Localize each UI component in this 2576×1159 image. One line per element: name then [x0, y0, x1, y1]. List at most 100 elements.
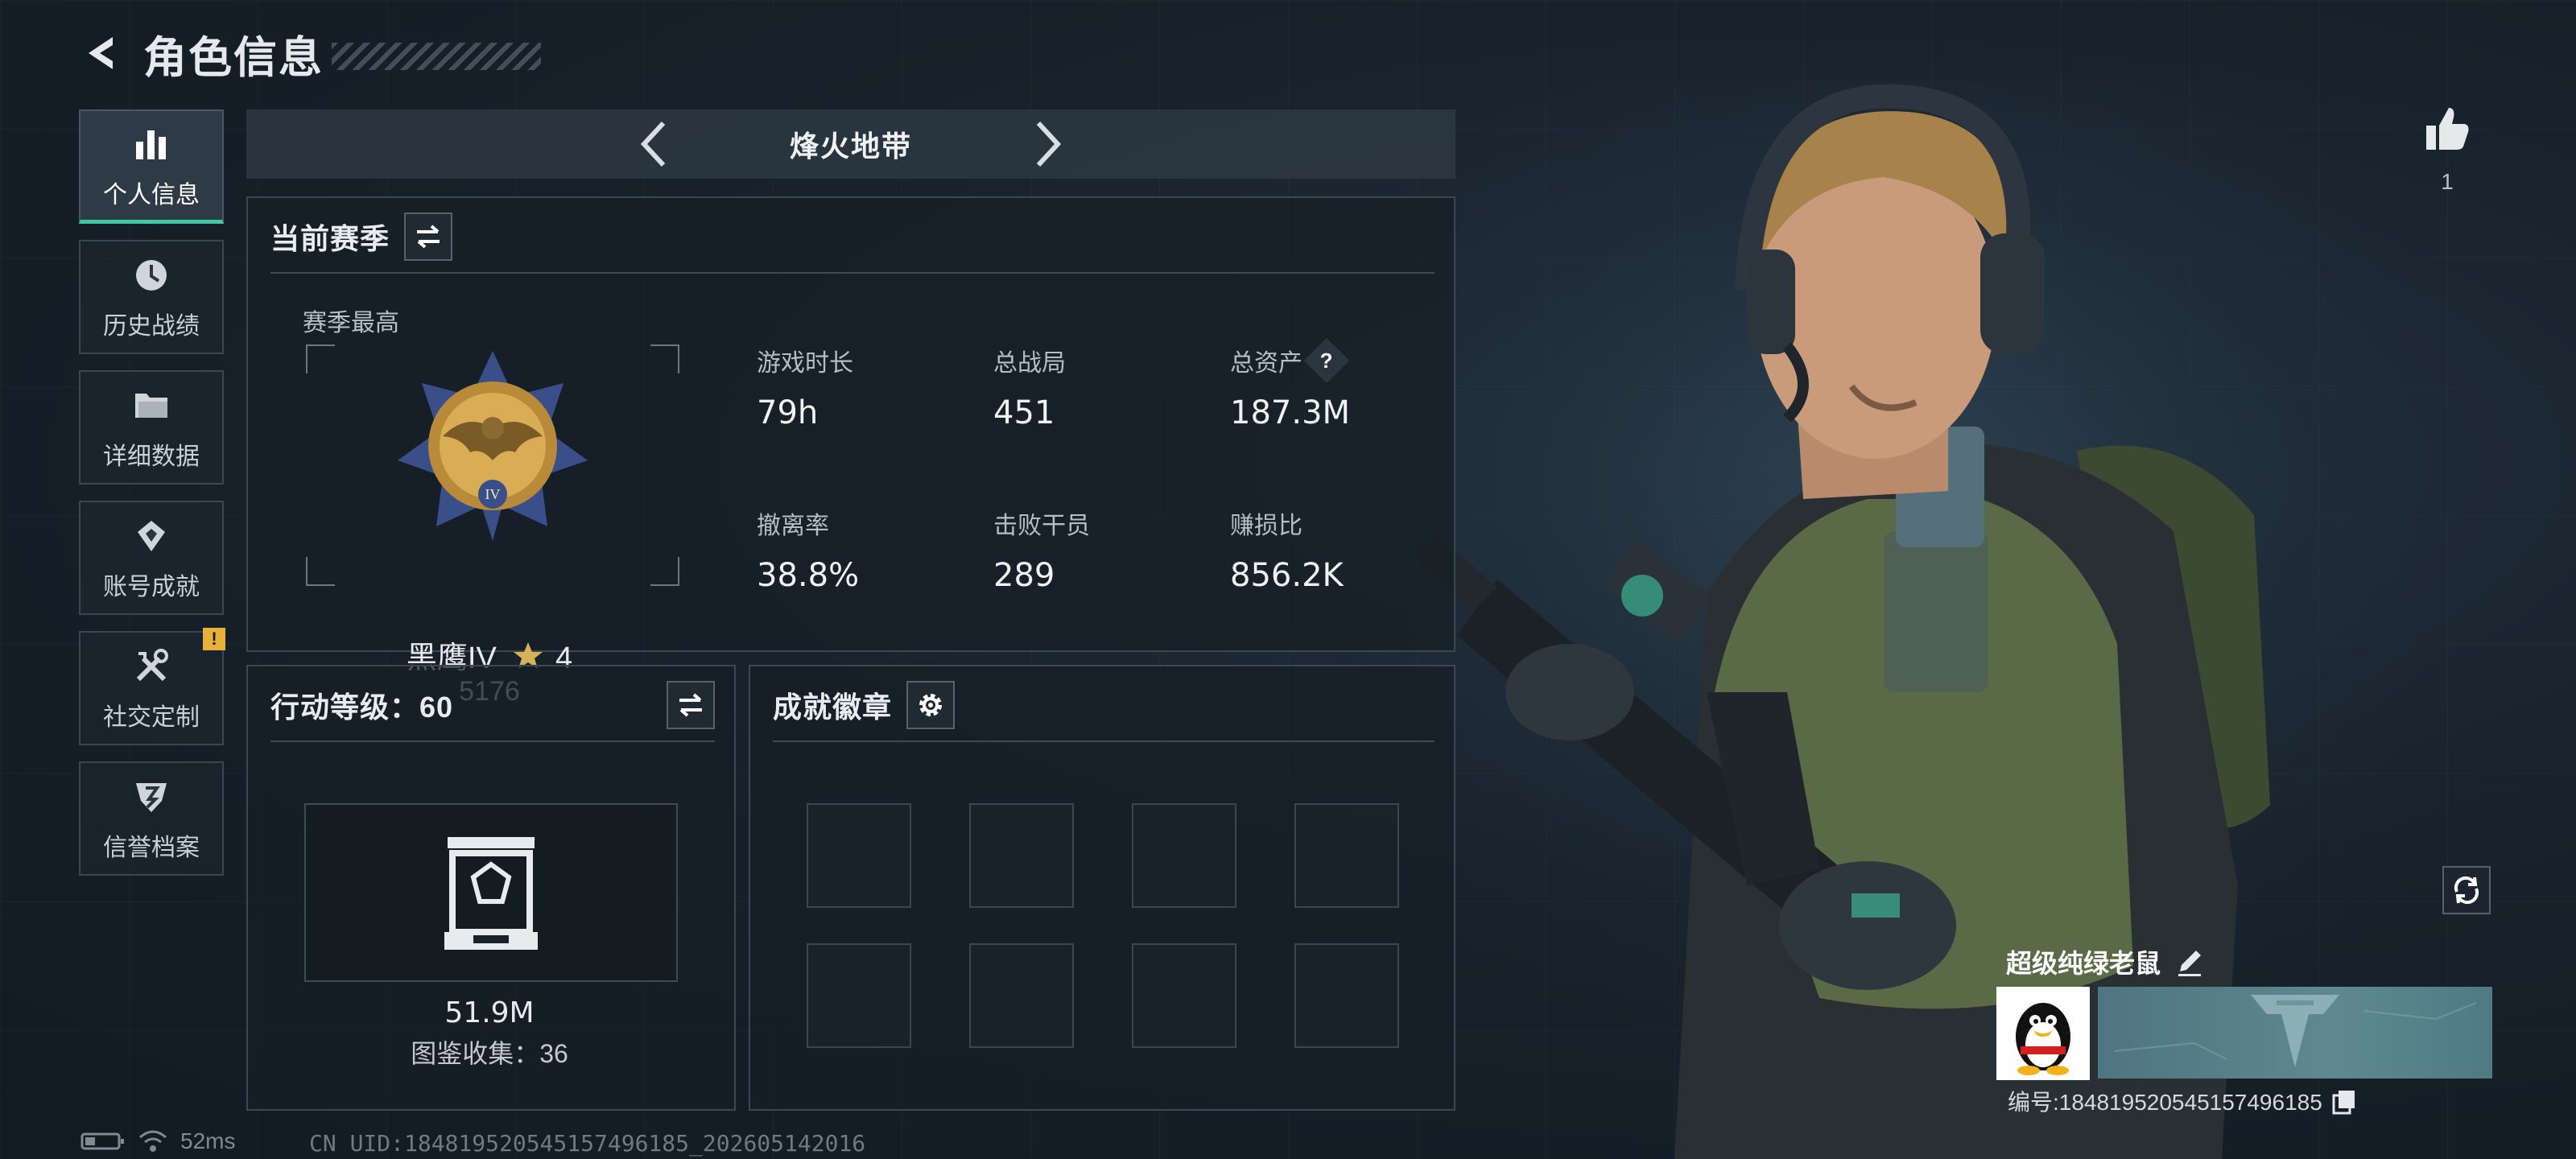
badge-slot[interactable] [1132, 943, 1236, 1048]
clock-icon [129, 253, 174, 298]
title-decoration [332, 43, 541, 70]
sidebar-item-achievements[interactable]: 账号成就 [79, 501, 224, 615]
sidebar-item-label: 账号成就 [103, 574, 200, 600]
thumbs-up-icon [2426, 108, 2469, 150]
badge-slot[interactable] [807, 943, 911, 1048]
action-level-panel: 行动等级：60 51.9M 图鉴收集：36 [246, 665, 736, 1111]
sidebar: 个人信息 历史战绩 详细数据 账号成就 社交定制 ! 信誉档案 [79, 109, 227, 892]
edit-icon[interactable] [2174, 946, 2206, 978]
stat-value: 856.2K [1230, 557, 1344, 594]
name-card-emblem-icon [2113, 995, 2477, 1067]
badge-slot[interactable] [1132, 803, 1236, 908]
season-title: 当前赛季 [270, 222, 390, 255]
name-card[interactable] [2098, 987, 2492, 1079]
sidebar-item-history[interactable]: 历史战绩 [79, 240, 224, 354]
stat-kills: 击败干员 289 [993, 505, 1090, 594]
codex-count: 图鉴收集：36 [411, 1039, 568, 1068]
alert-badge: ! [203, 628, 225, 650]
panel-divider [773, 740, 1435, 742]
rank-emblem-icon: IV [398, 351, 588, 541]
panel-divider [270, 740, 715, 742]
folder-icon [129, 383, 174, 428]
codex-value: 51.9M [444, 996, 535, 1029]
ping-text: 52ms [180, 1128, 236, 1153]
sidebar-item-reputation[interactable]: 信誉档案 [79, 761, 224, 876]
status-bar: 52ms [80, 1128, 235, 1154]
stat-profit-ratio: 赚损比 856.2K [1230, 505, 1344, 594]
stat-play-time: 游戏时长 79h [757, 343, 853, 431]
stat-value: 289 [993, 557, 1055, 594]
sidebar-item-label: 个人信息 [103, 181, 200, 208]
mode-selector: 烽火地带 [246, 109, 1455, 179]
season-best-label: 赛季最高 [303, 310, 399, 336]
wifi-icon [139, 1130, 167, 1152]
stat-extract-rate: 撤离率 38.8% [757, 505, 859, 594]
sidebar-item-personal-info[interactable]: 个人信息 [79, 109, 224, 224]
stat-label: 撤离率 [757, 513, 829, 539]
season-panel: 当前赛季 赛季最高 IV 黑鹰IV 4 5176 游戏时长 79h 总战局 45… [246, 196, 1455, 707]
mode-next-button[interactable] [1024, 120, 1072, 168]
chevron-left-icon [640, 121, 666, 167]
svg-text:IV: IV [485, 486, 501, 502]
stat-label: 击败干员 [993, 513, 1090, 539]
action-level-title: 行动等级：60 [270, 691, 454, 724]
action-level-switch-button[interactable] [667, 681, 715, 729]
player-id: 编号:18481952054515749618​5 [2008, 1090, 2322, 1115]
achievements-settings-button[interactable] [906, 681, 956, 729]
sidebar-item-label: 信誉档案 [103, 835, 200, 861]
header: 角色信息 [77, 23, 541, 84]
sidebar-item-social-custom[interactable]: 社交定制 ! [79, 628, 225, 745]
badge-slot[interactable] [807, 803, 911, 908]
player-name: 超级纯绿老鼠 [2006, 949, 2161, 978]
achievements-title: 成就徽章 [773, 691, 893, 724]
tools-icon [129, 644, 174, 689]
avatar[interactable] [1996, 987, 2090, 1080]
sidebar-item-label: 历史战绩 [103, 313, 200, 340]
sidebar-item-label: 详细数据 [103, 443, 200, 470]
badge-slot[interactable] [1294, 943, 1399, 1048]
battery-icon [80, 1132, 124, 1150]
copy-icon[interactable] [2330, 1087, 2358, 1115]
stat-value: 38.8% [757, 557, 860, 594]
qq-penguin-icon [2016, 1003, 2070, 1075]
badge-slot[interactable] [969, 803, 1074, 908]
like-count: 1 [2441, 169, 2454, 194]
sidebar-item-detail-data[interactable]: 详细数据 [79, 370, 224, 485]
player-id-row: 编号:18481952054515749618​5 [2008, 1085, 2358, 1117]
help-button[interactable]: ? [1303, 337, 1350, 384]
codex-display[interactable] [304, 803, 678, 982]
player-name-row: 超级纯绿老鼠 [2006, 943, 2206, 980]
achievement-icon [129, 514, 174, 559]
stat-label: 游戏时长 [757, 350, 853, 377]
badge-slot[interactable] [1294, 803, 1399, 908]
stat-value: 451 [993, 394, 1055, 431]
rotate-icon [2454, 876, 2479, 905]
chevron-right-icon [1036, 121, 1062, 167]
swap-icon [679, 693, 702, 717]
shield-icon [129, 774, 174, 819]
stat-label: 总战局 [993, 350, 1066, 377]
page-title: 角色信息 [143, 33, 324, 82]
uid-text: CN UID:18481952054515749618​5_2026051420… [309, 1130, 866, 1157]
mode-prev-button[interactable] [630, 120, 678, 168]
bar-chart-icon [129, 122, 174, 167]
mode-name: 烽火地带 [789, 130, 912, 163]
badge-slot[interactable] [969, 943, 1074, 1048]
sidebar-item-label: 社交定制 [103, 704, 200, 731]
stat-value: 79h [757, 394, 819, 431]
back-arrow-icon [89, 37, 113, 69]
back-button[interactable] [77, 29, 126, 77]
swap-icon [417, 225, 440, 249]
stat-label-row: 总资产 ? [1230, 337, 1350, 384]
help-icon: ? [1320, 348, 1333, 373]
collection-case-icon [444, 837, 538, 950]
stat-total-assets: 总资产 ? 187.3M [1230, 337, 1351, 431]
like-button[interactable] [2423, 105, 2471, 153]
season-switch-button[interactable] [404, 212, 453, 261]
rotate-button[interactable] [2442, 866, 2491, 914]
stat-total-matches: 总战局 451 [993, 343, 1066, 431]
achievements-panel: 成就徽章 [749, 665, 1455, 1111]
stat-label: 总资产 [1230, 350, 1302, 377]
gear-icon [919, 694, 943, 716]
stat-value: 187.3M [1230, 394, 1351, 431]
